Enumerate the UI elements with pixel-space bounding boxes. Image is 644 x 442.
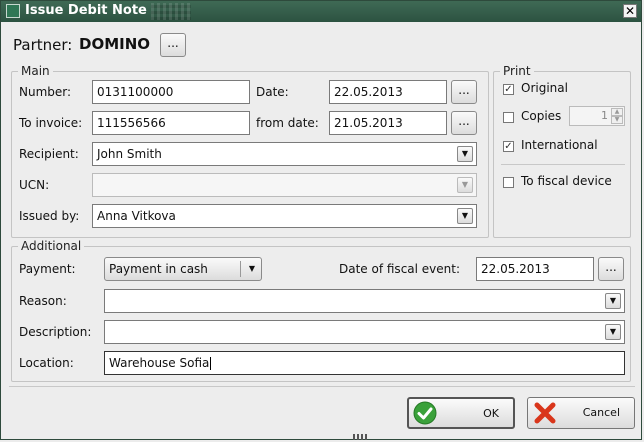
recipient-label: Recipient: [19, 147, 79, 161]
date-label: Date: [256, 85, 289, 99]
date-field[interactable]: 22.05.2013 [329, 80, 447, 104]
text-caret [210, 357, 212, 370]
fiscal-event-picker-button[interactable]: ... [598, 257, 624, 281]
combo-separator [240, 261, 241, 277]
payment-label: Payment: [19, 262, 76, 276]
title-bar[interactable]: Issue Debit Note ✕ [1, 1, 641, 22]
location-field[interactable]: Warehouse Sofia [104, 351, 625, 375]
close-icon[interactable]: ✕ [623, 4, 637, 18]
to-invoice-field[interactable]: 111556566 [92, 111, 250, 135]
international-label[interactable]: International [521, 138, 598, 152]
chevron-down-icon[interactable]: ▼ [249, 258, 255, 280]
copies-value: 1 [601, 109, 608, 122]
main-legend: Main [21, 64, 50, 78]
payment-combo[interactable]: Payment in cash ▼ [104, 257, 262, 281]
recipient-value: John Smith [97, 147, 162, 161]
recipient-combo[interactable]: John Smith ▼ [92, 142, 477, 166]
chevron-down-icon[interactable]: ▼ [457, 208, 473, 224]
copies-checkbox[interactable] [503, 112, 514, 123]
titlebar-pattern [151, 3, 191, 20]
location-value: Warehouse Sofia [109, 356, 210, 370]
issued-by-value: Anna Vitkova [97, 209, 176, 223]
fiscal-event-date-field[interactable]: 22.05.2013 [476, 257, 594, 281]
location-label: Location: [19, 356, 74, 370]
spin-up-icon[interactable]: ▲ [611, 108, 623, 116]
chevron-down-icon[interactable]: ▼ [457, 177, 473, 193]
resize-grip[interactable] [353, 434, 369, 440]
ucn-label: UCN: [19, 178, 50, 192]
from-date-field[interactable]: 21.05.2013 [329, 111, 447, 135]
from-date-picker-button[interactable]: ... [451, 111, 477, 135]
fiscal-device-checkbox[interactable] [503, 177, 514, 188]
description-label: Description: [19, 325, 92, 339]
x-icon [534, 402, 556, 424]
issued-by-label: Issued by: [19, 209, 80, 223]
cancel-button[interactable]: Cancel [527, 397, 635, 429]
chevron-down-icon[interactable]: ▼ [457, 146, 473, 162]
original-checkbox[interactable]: ✓ [503, 84, 514, 95]
copies-spinbox[interactable]: 1 ▲ ▼ [569, 106, 625, 126]
check-icon [413, 401, 437, 425]
fiscal-event-label: Date of fiscal event: [339, 262, 461, 276]
ok-button[interactable]: OK [407, 397, 515, 429]
number-field[interactable]: 0131100000 [92, 80, 250, 104]
reason-label: Reason: [19, 294, 67, 308]
chevron-down-icon[interactable]: ▼ [605, 293, 621, 309]
chevron-down-icon[interactable]: ▼ [605, 324, 621, 340]
ok-label: OK [483, 407, 499, 420]
button-area-separator [9, 386, 635, 387]
partner-name: DOMINO [79, 35, 151, 53]
additional-legend: Additional [21, 239, 82, 253]
window-title: Issue Debit Note [25, 3, 147, 18]
issued-by-combo[interactable]: Anna Vitkova ▼ [92, 204, 477, 228]
print-separator [501, 164, 625, 165]
ucn-combo[interactable]: ▼ [92, 173, 477, 197]
date-picker-button[interactable]: ... [451, 80, 477, 104]
number-label: Number: [19, 85, 72, 99]
reason-combo[interactable]: ▼ [104, 289, 625, 313]
partner-label: Partner: [13, 36, 73, 54]
spin-down-icon[interactable]: ▼ [611, 116, 623, 124]
description-combo[interactable]: ▼ [104, 320, 625, 344]
fiscal-device-label[interactable]: To fiscal device [521, 174, 612, 188]
payment-value: Payment in cash [109, 262, 208, 276]
print-legend: Print [503, 64, 531, 78]
original-label[interactable]: Original [521, 81, 568, 95]
from-date-label: from date: [256, 116, 319, 130]
cancel-label: Cancel [582, 406, 620, 419]
window-icon [6, 4, 20, 18]
international-checkbox[interactable]: ✓ [503, 141, 514, 152]
partner-browse-button[interactable]: ... [160, 33, 186, 57]
issue-debit-note-dialog: Issue Debit Note ✕ Partner: DOMINO ... M… [0, 0, 642, 440]
copies-label[interactable]: Copies [521, 109, 561, 123]
to-invoice-label: To invoice: [19, 116, 83, 130]
